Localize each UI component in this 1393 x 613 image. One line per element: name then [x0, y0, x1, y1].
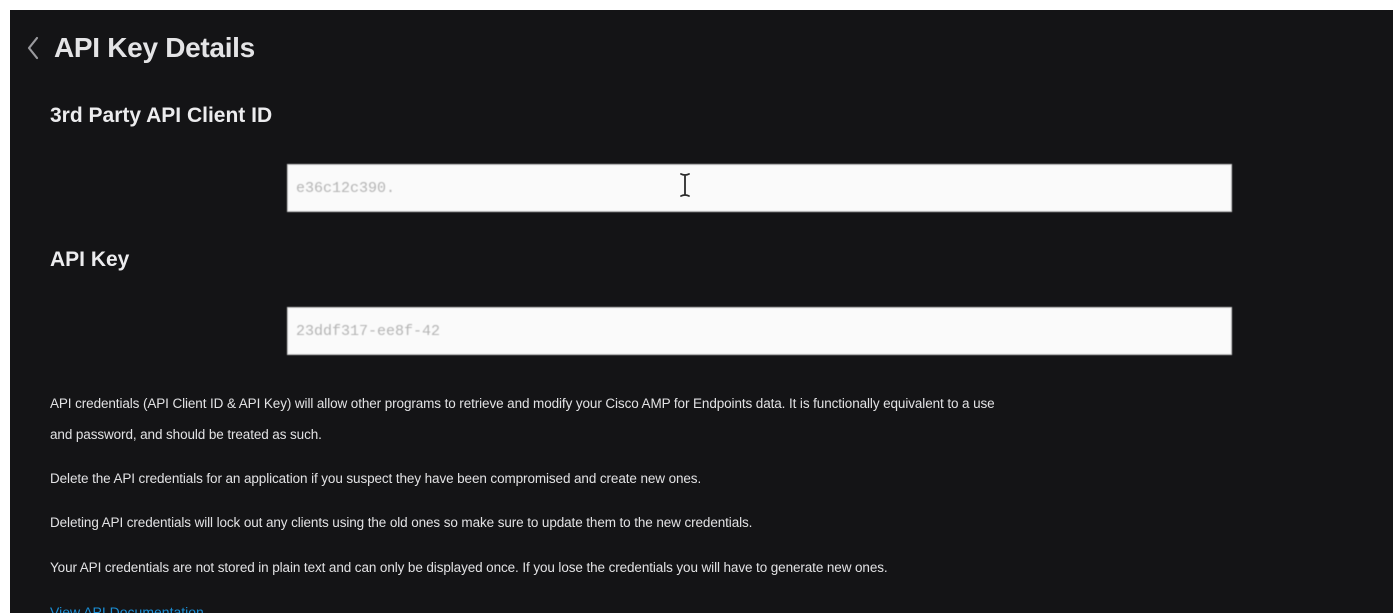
chevron-left-icon[interactable] — [22, 33, 44, 63]
title-row: API Key Details — [22, 32, 255, 64]
client-id-field[interactable] — [287, 164, 1232, 212]
api-documentation-link[interactable]: View API Documentation — [50, 604, 204, 613]
description-line-3: Delete the API credentials for an applic… — [50, 471, 702, 486]
description-line-5: Your API credentials are not stored in p… — [50, 560, 888, 575]
api-key-details-panel: API Key Details 3rd Party API Client ID … — [10, 10, 1393, 613]
client-id-label: 3rd Party API Client ID — [50, 104, 273, 127]
page-title: API Key Details — [54, 32, 255, 63]
description-line-2: and password, and should be treated as s… — [50, 427, 322, 442]
api-key-label: API Key — [50, 248, 130, 271]
description-line-4: Deleting API credentials will lock out a… — [50, 515, 753, 530]
api-key-field[interactable] — [287, 307, 1232, 355]
screenshot-frame: API Key Details 3rd Party API Client ID … — [0, 0, 1393, 613]
text-cursor-icon — [678, 172, 692, 198]
description-line-1: API credentials (API Client ID & API Key… — [50, 396, 995, 411]
